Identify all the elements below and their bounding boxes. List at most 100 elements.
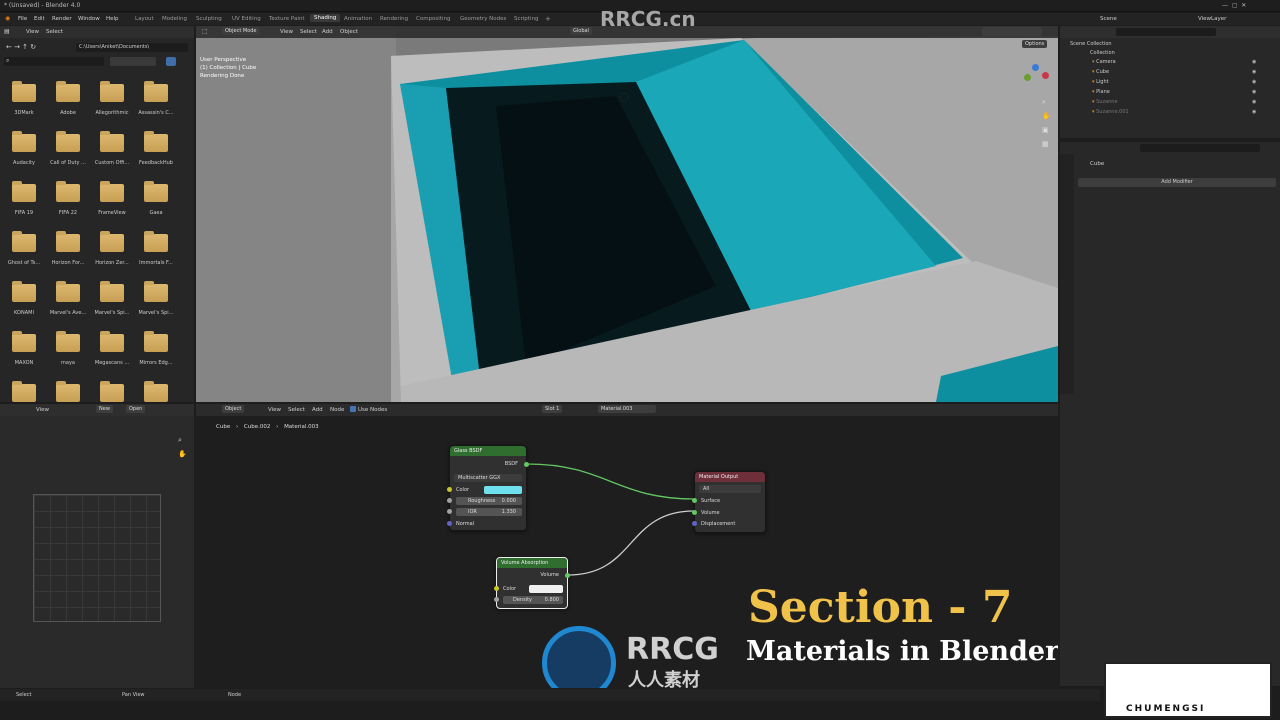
fb-menu-select[interactable]: Select: [46, 29, 63, 35]
folder-item[interactable]: Allegorithmic: [92, 81, 132, 126]
grid-icon[interactable]: ▦: [1042, 140, 1049, 148]
transform-orientation[interactable]: Global: [570, 27, 592, 35]
properties-tabs[interactable]: [1060, 154, 1074, 394]
tab-shading[interactable]: Shading: [310, 14, 341, 22]
3d-viewport[interactable]: ⬚ Object Mode View Select Add Object Glo…: [196, 26, 1058, 402]
tab-modeling[interactable]: Modeling: [162, 16, 187, 22]
roughness-field[interactable]: Roughness 0.000: [456, 497, 522, 505]
folder-item[interactable]: FrameView: [92, 181, 132, 226]
folder-item[interactable]: Horizon For...: [48, 231, 88, 276]
vp-menu-select[interactable]: Select: [300, 29, 317, 35]
open-image-button[interactable]: Open: [126, 405, 146, 413]
color-swatch[interactable]: [484, 486, 522, 494]
outliner-search[interactable]: [1116, 28, 1216, 36]
visibility-icon[interactable]: ◉: [1252, 79, 1256, 85]
pan-icon[interactable]: ✋: [178, 450, 187, 458]
add-modifier-button[interactable]: Add Modifier: [1078, 178, 1276, 187]
folder-item[interactable]: Audacity: [4, 131, 44, 176]
tab-sculpting[interactable]: Sculpting: [196, 16, 222, 22]
tab-geometry-nodes[interactable]: Geometry Nodes: [460, 16, 506, 22]
glass-bsdf-node[interactable]: Glass BSDF BSDF Multiscatter GGX Color R…: [447, 445, 529, 531]
visibility-icon[interactable]: ◉: [1252, 69, 1256, 75]
folder-item[interactable]: Call of Duty ...: [48, 131, 88, 176]
surface-socket[interactable]: [692, 498, 697, 503]
outliner-item[interactable]: ▾ Suzanne.001 ◉: [1092, 109, 1256, 115]
navigation-gizmo[interactable]: [1022, 64, 1050, 92]
window-controls[interactable]: — ▢ ✕: [1222, 2, 1246, 9]
outliner-item[interactable]: ▾ Cube ◉: [1092, 69, 1256, 75]
absorption-color-socket[interactable]: [494, 586, 499, 591]
visibility-icon[interactable]: ◉: [1252, 59, 1256, 65]
camera-icon[interactable]: ▣: [1042, 126, 1049, 134]
folder-item[interactable]: Ghost of Ts...: [4, 231, 44, 276]
search-field[interactable]: ⌕: [4, 57, 104, 66]
folder-item[interactable]: Megascans ...: [92, 331, 132, 376]
nav-arrows[interactable]: ← → ↑ ↻: [6, 43, 36, 51]
menu-help[interactable]: Help: [106, 16, 119, 22]
folder-item[interactable]: Marvel's Spi...: [92, 281, 132, 326]
folder-item[interactable]: FIFA 19: [4, 181, 44, 226]
ior-field[interactable]: IOR 1.330: [456, 508, 522, 516]
scene-collection[interactable]: Scene Collection: [1070, 41, 1112, 47]
options-dropdown[interactable]: Options: [1022, 40, 1048, 48]
visibility-icon[interactable]: ◉: [1252, 89, 1256, 95]
path-field[interactable]: C:\Users\Aniket\Documents\: [76, 43, 188, 52]
tab-rendering[interactable]: Rendering: [380, 16, 408, 22]
folder-item[interactable]: maya: [48, 331, 88, 376]
fb-menu-view[interactable]: View: [26, 29, 39, 35]
folder-item[interactable]: Custom Offi...: [92, 131, 132, 176]
folder-item[interactable]: Gaea: [136, 181, 176, 226]
ior-socket[interactable]: [447, 509, 452, 514]
folder-item[interactable]: FeedbackHub: [136, 131, 176, 176]
volume-socket[interactable]: [692, 510, 697, 515]
menu-edit[interactable]: Edit: [34, 16, 45, 22]
editor-type-icon[interactable]: ⬚: [202, 28, 208, 35]
outliner-item[interactable]: ▾ Camera ◉: [1092, 59, 1256, 65]
scene-selector[interactable]: Scene: [1100, 16, 1117, 22]
zoom-icon[interactable]: ⌕: [178, 436, 182, 445]
add-workspace-button[interactable]: +: [545, 15, 551, 23]
folder-item[interactable]: Mirrors Edg...: [136, 331, 176, 376]
folder-item[interactable]: KONAMI: [4, 281, 44, 326]
menu-file[interactable]: File: [18, 16, 27, 22]
tab-animation[interactable]: Animation: [344, 16, 372, 22]
displacement-socket[interactable]: [692, 521, 697, 526]
zoom-icon[interactable]: ⌕: [1042, 98, 1046, 107]
display-mode-buttons[interactable]: [110, 57, 156, 66]
vp-menu-add[interactable]: Add: [322, 29, 333, 35]
folder-item[interactable]: 3DMark: [4, 81, 44, 126]
vp-menu-object[interactable]: Object: [340, 29, 358, 35]
roughness-socket[interactable]: [447, 498, 452, 503]
tab-scripting[interactable]: Scripting: [514, 16, 538, 22]
properties-search[interactable]: [1140, 144, 1260, 152]
tab-compositing[interactable]: Compositing: [416, 16, 450, 22]
folder-item[interactable]: Immortals F...: [136, 231, 176, 276]
pan-icon[interactable]: ✋: [1042, 112, 1051, 120]
folder-item[interactable]: Marvel's Spi...: [136, 281, 176, 326]
volume-absorption-node[interactable]: Volume Absorption Volume Color Density 0…: [494, 557, 570, 609]
visibility-icon[interactable]: ◉: [1252, 99, 1256, 105]
collection-item[interactable]: Collection: [1090, 50, 1115, 56]
absorption-color-swatch[interactable]: [529, 585, 563, 593]
distribution-dropdown[interactable]: Multiscatter GGX: [454, 474, 522, 482]
density-field[interactable]: Density 0.800: [503, 596, 563, 604]
bsdf-output-socket[interactable]: [524, 462, 529, 467]
shading-buttons[interactable]: [982, 27, 1042, 36]
folder-item[interactable]: Marvel's Ave...: [48, 281, 88, 326]
ie-menu-view[interactable]: View: [36, 407, 49, 413]
folder-item[interactable]: MAXON: [4, 331, 44, 376]
tab-uv-editing[interactable]: UV Editing: [232, 16, 261, 22]
mode-dropdown[interactable]: Object Mode: [222, 27, 260, 35]
folder-item[interactable]: Adobe: [48, 81, 88, 126]
volume-output-socket[interactable]: [565, 573, 570, 578]
node-editor[interactable]: Object View Select Add Node Use Nodes Sl…: [196, 404, 1058, 688]
menu-render[interactable]: Render: [52, 16, 72, 22]
view-layer-selector[interactable]: ViewLayer: [1198, 16, 1226, 22]
color-socket[interactable]: [447, 487, 452, 492]
density-socket[interactable]: [494, 597, 499, 602]
folder-item[interactable]: FIFA 22: [48, 181, 88, 226]
visibility-icon[interactable]: ◉: [1252, 109, 1256, 115]
normal-socket[interactable]: [447, 521, 452, 526]
menu-window[interactable]: Window: [78, 16, 100, 22]
blender-logo-icon[interactable]: ◉: [5, 15, 10, 22]
